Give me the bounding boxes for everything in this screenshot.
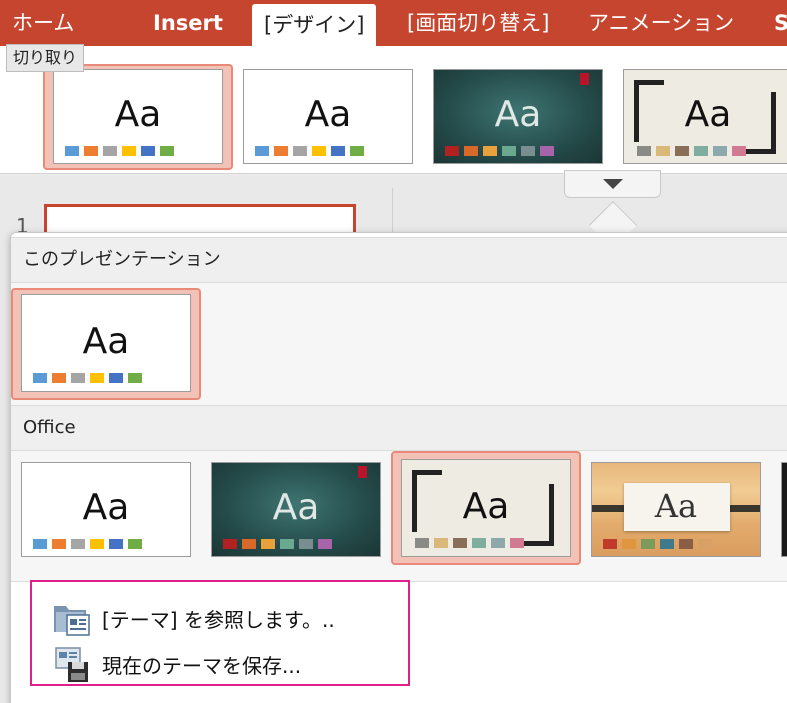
section-office-body: Aa Aa Aa Aa — [11, 451, 787, 581]
tab-animations[interactable]: アニメーション — [588, 0, 734, 46]
theme-thumb-wood[interactable]: Aa — [591, 462, 761, 557]
theme-thumb-dark-teal[interactable]: Aa — [433, 69, 603, 164]
theme-thumb-office-selected[interactable]: Aa — [53, 69, 223, 164]
powerpoint-window: ホーム Insert [デザイン] [画面切り替え] アニメーション S 切り取… — [0, 0, 787, 703]
theme-sample-text: Aa — [494, 94, 542, 135]
theme-thumb-framed[interactable]: Aa — [401, 459, 571, 557]
theme-thumb-dark-teal[interactable]: Aa — [211, 462, 381, 557]
theme-gallery-strip: Aa Aa Aa Aa — [0, 46, 787, 174]
theme-thumb-framed[interactable]: Aa — [623, 69, 787, 164]
folder-browse-icon — [52, 598, 92, 638]
tab-insert[interactable]: Insert — [153, 0, 223, 46]
color-swatches — [33, 539, 147, 549]
tab-slideshow[interactable]: S — [774, 0, 787, 46]
theme-sample-text: Aa — [654, 487, 698, 525]
theme-sample-text: Aa — [684, 94, 732, 135]
tab-transitions[interactable]: [画面切り替え] — [407, 0, 549, 46]
theme-sample-text: Aa — [462, 486, 510, 527]
theme-sample-text: Aa — [272, 487, 320, 528]
save-theme-menu-item[interactable]: 現在のテーマを保存... — [52, 644, 301, 684]
color-swatches — [445, 146, 559, 156]
theme-thumb-partial[interactable] — [781, 462, 787, 557]
save-theme-icon — [52, 644, 92, 684]
tab-home[interactable]: ホーム — [12, 0, 74, 46]
color-swatches — [637, 146, 751, 156]
theme-thumb-current[interactable]: Aa — [21, 294, 191, 392]
dropdown-arrow-icon — [603, 179, 623, 189]
red-accent-tab — [358, 466, 367, 478]
section-office-header: Office — [11, 405, 787, 451]
red-accent-tab — [580, 73, 589, 85]
section-this-presentation-header: このプレゼンテーション — [11, 237, 787, 283]
theme-sample-text: Aa — [82, 321, 130, 362]
pane-divider — [392, 188, 393, 238]
theme-sample-text: Aa — [82, 487, 130, 528]
color-swatches — [255, 146, 369, 156]
theme-thumb-office[interactable]: Aa — [21, 462, 191, 557]
tab-design[interactable]: [デザイン] — [252, 4, 377, 46]
color-swatches — [415, 538, 529, 548]
theme-sample-text: Aa — [304, 94, 352, 135]
cut-tooltip: 切り取り — [6, 44, 85, 72]
theme-sample-text: Aa — [114, 94, 162, 135]
color-swatches — [603, 539, 717, 549]
theme-thumb-office[interactable]: Aa — [243, 69, 413, 164]
color-swatches — [33, 373, 147, 383]
color-swatches — [223, 539, 337, 549]
gallery-expand-button[interactable] — [564, 170, 661, 198]
ribbon-tab-bar: ホーム Insert [デザイン] [画面切り替え] アニメーション S — [0, 0, 787, 46]
browse-themes-label: [テーマ] を参照します。.. — [102, 607, 335, 632]
save-theme-label: 現在のテーマを保存... — [102, 653, 302, 678]
browse-themes-menu-item[interactable]: [テーマ] を参照します。.. — [52, 598, 335, 638]
color-swatches — [65, 146, 179, 156]
section-this-presentation-body: Aa — [11, 283, 787, 405]
